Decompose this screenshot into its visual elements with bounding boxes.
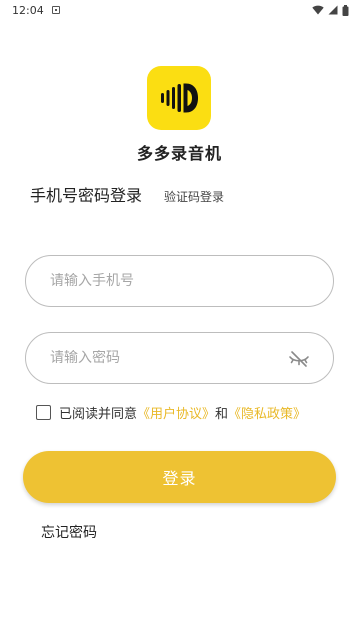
signal-icon xyxy=(328,5,338,15)
wifi-icon xyxy=(312,5,324,15)
sound-wave-logo-icon xyxy=(161,83,198,113)
user-agreement-link[interactable]: 《用户协议》 xyxy=(137,403,215,422)
status-left: 12:04 xyxy=(12,4,60,17)
phone-field[interactable] xyxy=(25,255,334,307)
notification-icon xyxy=(51,6,60,14)
app-logo xyxy=(147,66,211,130)
status-time: 12:04 xyxy=(12,3,44,17)
agreement-checkbox[interactable] xyxy=(36,405,51,420)
password-input[interactable] xyxy=(50,350,309,366)
password-field[interactable] xyxy=(25,332,334,384)
login-button[interactable]: 登录 xyxy=(23,451,336,503)
agreement-prefix: 已阅读并同意 xyxy=(59,407,138,422)
agreement-and: 和 xyxy=(215,407,229,422)
status-bar: 12:04 xyxy=(0,0,359,20)
login-tabs: 手机号密码登录 验证码登录 xyxy=(30,182,224,206)
tab-code-login[interactable]: 验证码登录 xyxy=(164,188,224,205)
privacy-policy-link[interactable]: 《隐私政策》 xyxy=(228,403,306,422)
eye-off-icon[interactable] xyxy=(287,347,311,371)
status-right xyxy=(312,4,349,16)
app-name: 多多录音机 xyxy=(136,144,222,163)
battery-icon xyxy=(342,4,349,16)
forgot-password-link[interactable]: 忘记密码 xyxy=(41,522,97,542)
agreement-row: 已阅读并同意 《用户协议》 和 《隐私政策》 xyxy=(36,403,306,422)
login-button-label: 登录 xyxy=(162,469,197,488)
tab-phone-password-login[interactable]: 手机号密码登录 xyxy=(30,182,142,206)
phone-input[interactable] xyxy=(50,273,309,289)
